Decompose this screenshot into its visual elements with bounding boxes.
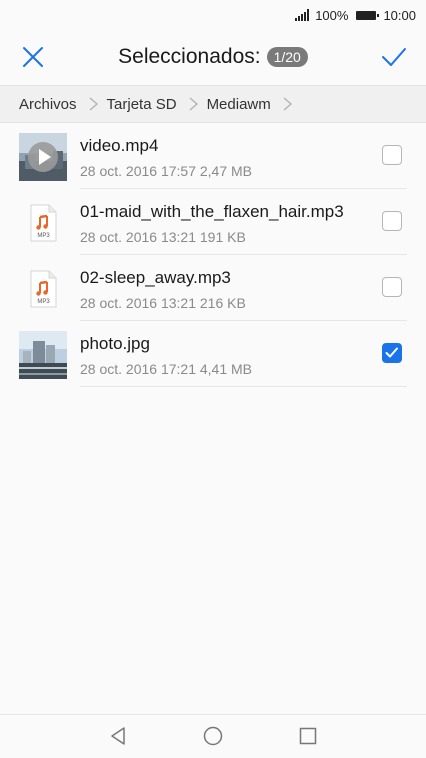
checkmark-icon[interactable]: [380, 44, 408, 70]
file-meta: 28 oct. 2016 17:21 4,41 MB: [80, 361, 253, 377]
file-name: photo.jpg: [80, 334, 150, 353]
status-bar: 100% 10:00: [0, 0, 426, 30]
file-name: 02-sleep_away.mp3: [80, 268, 231, 287]
clock: 10:00: [383, 7, 416, 23]
title-wrap: Seleccionados: 1/20: [118, 45, 308, 69]
close-icon[interactable]: [20, 44, 46, 70]
file-list: video.mp4 28 oct. 2016 17:57 2,47 MB MP3…: [0, 123, 426, 387]
selected-count-badge: 1/20: [266, 47, 308, 67]
mp3-label: MP3: [37, 299, 50, 305]
divider: [80, 386, 407, 387]
photo-thumbnail: [19, 331, 67, 379]
file-name: video.mp4: [80, 136, 159, 155]
list-item[interactable]: photo.jpg 28 oct. 2016 17:21 4,41 MB: [0, 321, 426, 387]
video-thumbnail: [19, 133, 67, 181]
signal-icon: [295, 9, 311, 21]
mp3-label: MP3: [37, 233, 50, 239]
select-checkbox[interactable]: [382, 145, 402, 165]
mp3-file-icon: MP3: [30, 270, 57, 308]
home-circle-icon[interactable]: [202, 725, 224, 747]
battery-percent: 100%: [315, 7, 349, 23]
chevron-right-icon: [89, 97, 98, 111]
select-checkbox-checked[interactable]: [382, 343, 402, 363]
back-triangle-icon[interactable]: [107, 725, 129, 747]
breadcrumb-tarjeta-sd[interactable]: Tarjeta SD: [107, 96, 177, 113]
file-meta: 28 oct. 2016 13:21 216 KB: [80, 295, 246, 311]
page-title: Seleccionados:: [118, 45, 261, 68]
file-meta: 28 oct. 2016 13:21 191 KB: [80, 229, 246, 245]
list-item[interactable]: video.mp4 28 oct. 2016 17:57 2,47 MB: [0, 123, 426, 189]
breadcrumb-mediawm[interactable]: Mediawm: [207, 96, 271, 113]
chevron-right-icon: [283, 97, 292, 111]
battery-icon: [352, 10, 380, 20]
list-item[interactable]: MP3 01-maid_with_the_flaxen_hair.mp3 28 …: [0, 189, 426, 255]
file-name: 01-maid_with_the_flaxen_hair.mp3: [80, 202, 344, 221]
select-checkbox[interactable]: [382, 277, 402, 297]
breadcrumb-archivos[interactable]: Archivos: [19, 96, 77, 113]
system-nav-bar: [0, 714, 426, 758]
breadcrumb: Archivos Tarjeta SD Mediawm: [0, 85, 426, 123]
select-checkbox[interactable]: [382, 211, 402, 231]
list-item[interactable]: MP3 02-sleep_away.mp3 28 oct. 2016 13:21…: [0, 255, 426, 321]
file-meta: 28 oct. 2016 17:57 2,47 MB: [80, 163, 253, 179]
recents-square-icon[interactable]: [297, 725, 319, 747]
checkmark-icon: [385, 347, 398, 358]
chevron-right-icon: [189, 97, 198, 111]
selection-header: Seleccionados: 1/20: [0, 30, 426, 84]
mp3-file-icon: MP3: [30, 204, 57, 242]
